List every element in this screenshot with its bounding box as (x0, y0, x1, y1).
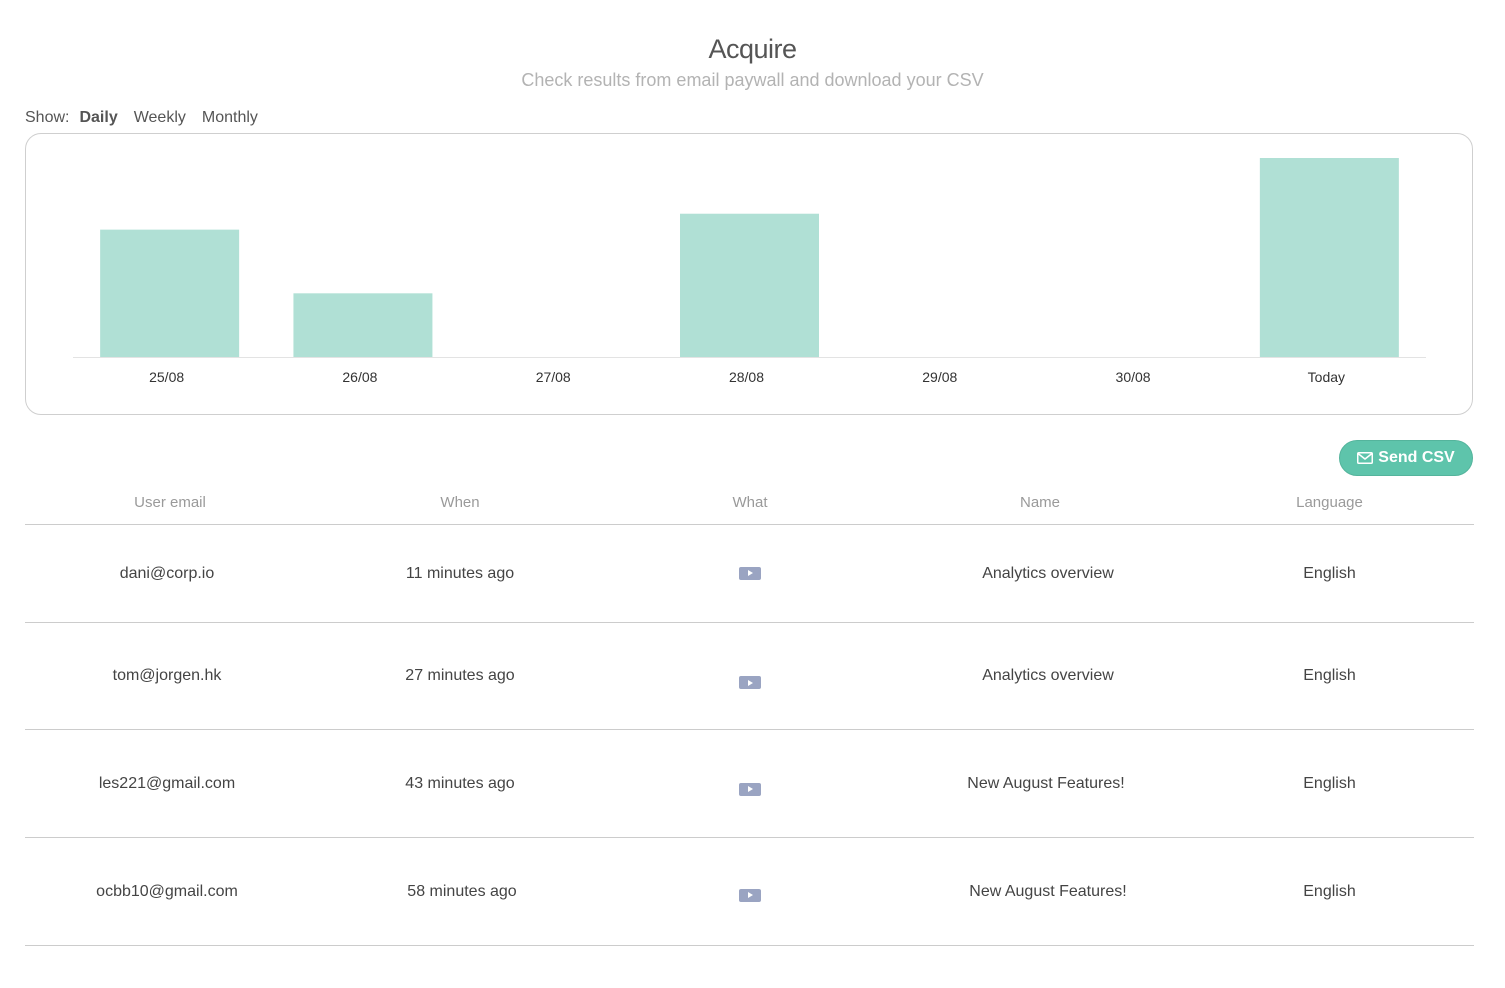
table-row[interactable]: tom@jorgen.hk 27 minutes ago Analytics o… (25, 623, 1474, 730)
chart-bar (100, 229, 240, 357)
x-tick-label: 26/08 (342, 369, 377, 385)
cell-when: 58 minutes ago (407, 882, 517, 900)
cell-user-email: les221@gmail.com (98, 774, 236, 792)
video-icon[interactable] (739, 782, 761, 796)
cell-user-email: ocbb10@gmail.com (96, 882, 238, 900)
x-tick-label: 29/08 (922, 369, 957, 385)
period-option-weekly[interactable]: Weekly (134, 109, 186, 127)
envelope-icon (1357, 452, 1374, 464)
table-header: User email When What Name Language (25, 480, 1474, 525)
period-option-daily[interactable]: Daily (79, 109, 117, 127)
period-option-monthly[interactable]: Monthly (202, 109, 258, 127)
cell-name: Analytics overview (982, 564, 1114, 582)
page-title: Acquire (708, 34, 797, 64)
page-subtitle: Check results from email paywall and dow… (521, 70, 984, 90)
show-label: Show: (25, 109, 70, 126)
cell-language: English (1303, 564, 1356, 582)
cell-language: English (1303, 882, 1356, 900)
cell-user-email: dani@corp.io (119, 564, 215, 582)
column-header-name: Name (1019, 493, 1060, 511)
cell-what (605, 565, 895, 583)
chart-card: 25/08 26/08 27/08 28/08 29/08 30/08 Today (25, 133, 1473, 415)
cell-language: English (1303, 774, 1356, 792)
x-tick-label: Today (1308, 369, 1345, 385)
cell-language: English (1303, 667, 1356, 684)
x-tick-label: 25/08 (149, 369, 184, 385)
video-icon[interactable] (739, 566, 761, 580)
send-csv-label: Send CSV (1378, 449, 1455, 466)
cell-what (605, 883, 895, 902)
cell-user-email: tom@jorgen.hk (112, 667, 222, 684)
video-icon[interactable] (739, 888, 761, 902)
cell-when: 11 minutes ago (405, 564, 515, 582)
send-csv-button[interactable]: Send CSV (1339, 440, 1473, 476)
period-selector: Show: Daily Weekly Monthly (25, 109, 274, 127)
chart-bar (293, 293, 433, 357)
column-header-what: What (732, 493, 768, 511)
x-tick-label: 30/08 (1116, 369, 1151, 385)
cell-name: New August Features! (967, 774, 1125, 792)
cell-what (605, 667, 895, 690)
chart-bar (680, 213, 819, 357)
table-row[interactable]: les221@gmail.com 43 minutes ago New Augu… (25, 730, 1474, 838)
column-header-user-email: User email (134, 493, 206, 511)
table-row[interactable]: dani@corp.io 11 minutes ago Analytics ov… (25, 525, 1474, 623)
cell-name: New August Features! (969, 882, 1127, 900)
chart-bar (1259, 158, 1399, 357)
results-table: User email When What Name Language dani@… (25, 480, 1474, 946)
x-tick-label: 28/08 (729, 369, 764, 385)
cell-when: 43 minutes ago (405, 774, 515, 792)
x-tick-label: 27/08 (536, 369, 571, 385)
column-header-when: When (440, 493, 480, 511)
cell-when: 27 minutes ago (405, 667, 515, 684)
table-row[interactable]: ocbb10@gmail.com 58 minutes ago New Augu… (25, 838, 1474, 946)
column-header-language: Language (1296, 493, 1363, 511)
cell-name: Analytics overview (982, 667, 1114, 684)
cell-what (605, 775, 895, 796)
bar-chart: 25/08 26/08 27/08 28/08 29/08 30/08 Today (73, 158, 1426, 385)
video-icon[interactable] (739, 676, 761, 690)
